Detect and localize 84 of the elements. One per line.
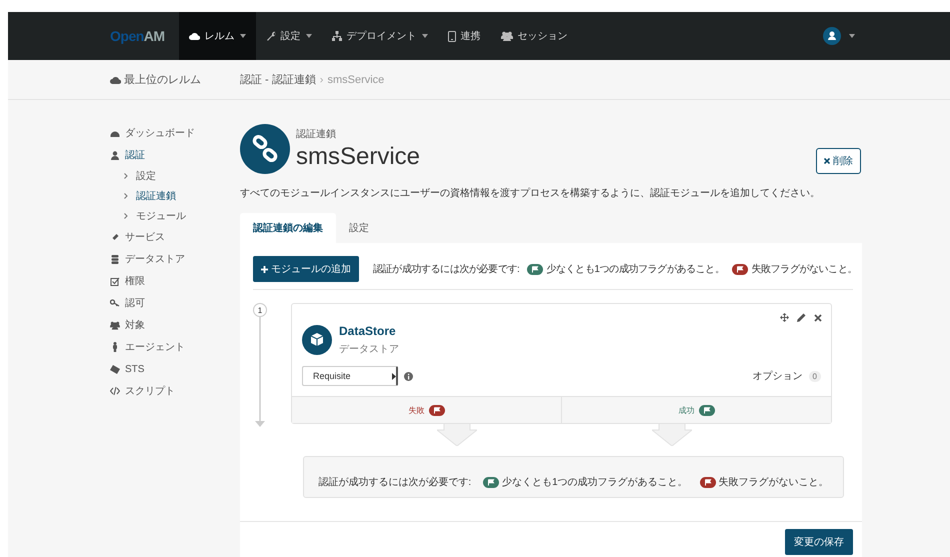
nav-menu-item[interactable]: レルム [178,12,256,60]
requirement-text: 少なくとも1つの成功フラグがあること。 [502,476,688,489]
tab[interactable]: 設定 [336,213,382,243]
add-module-button[interactable]: モジュールの追加 [253,256,359,282]
link-icon [240,124,290,174]
module-name[interactable]: DataStore [339,324,399,338]
chevron-icon [124,213,128,219]
page-title: smsService [296,142,420,170]
chevron-icon [124,173,128,179]
key-icon [110,299,120,307]
close-icon [824,158,830,164]
user-avatar-icon[interactable] [823,27,841,45]
tab[interactable]: 認証連鎖の編集 [240,213,336,243]
failure-label: 失敗 [408,404,424,416]
requirement-text: 認証が成功するには次が必要です: [318,476,472,489]
requirement-text: 失敗フラグがないこと。 [718,476,829,489]
step-number: 1 [253,303,267,317]
criteria-select[interactable]: Requisite [302,366,398,386]
requirement-text: 少なくとも1つの成功フラグがあること。 [546,262,724,276]
success-label: 成功 [678,404,694,416]
caret-icon [240,34,246,38]
sidebar-item[interactable]: ダッシュボード [110,122,240,144]
code-icon [110,387,120,395]
cube-icon [302,325,332,355]
logo: OpenAM [110,27,165,46]
users-icon [500,31,513,41]
move-icon[interactable] [780,313,789,322]
flag-icon [732,264,748,274]
caret-icon [306,34,312,38]
sidebar-item[interactable]: 認証 [110,144,240,166]
plug-icon [110,232,120,242]
sidebar-subitem[interactable]: 認証連鎖 [124,186,240,206]
edit-icon[interactable] [797,313,806,322]
flag-icon [527,264,544,274]
close-icon[interactable] [814,314,822,322]
dashboard-icon [110,129,120,137]
cloud-icon [188,32,200,40]
user-icon [110,150,120,160]
person-icon [110,342,120,352]
flag-icon [428,404,444,416]
plus-icon [261,266,268,272]
sidebar-item[interactable]: スクリプト [110,380,240,402]
phone-icon [448,30,456,42]
sidebar-item[interactable]: 権限 [110,270,240,292]
sidebar-item[interactable]: データストア [110,248,240,270]
nav-menu-item[interactable]: 設定 [256,12,322,60]
database-icon [110,254,120,264]
sidebar-item[interactable]: エージェント [110,336,240,358]
flag-icon [483,476,500,488]
breadcrumb-link[interactable]: 認証 - 認証連鎖 [240,72,316,87]
options-count: 0 [808,370,821,382]
breadcrumb-link[interactable]: 最上位のレルム [124,72,201,87]
caret-icon [422,34,428,38]
page-subtitle: 認証連鎖 [296,128,337,140]
wrench-icon [266,31,276,41]
nav-menu-item[interactable]: 連携 [438,12,491,60]
breadcrumb-separator: › [320,74,324,86]
caret-icon [849,34,855,38]
cloud-icon [110,76,121,84]
requirement-text: 認証が成功するには次が必要です: [373,262,520,276]
nav-menu-item[interactable]: デプロイメント [322,12,438,60]
delete-button[interactable]: 削除 [816,148,861,174]
users-icon [110,320,120,330]
options-link[interactable]: オプション [752,369,803,383]
info-icon[interactable] [404,372,413,380]
sitemap-icon [332,31,342,41]
flag-icon [700,476,716,488]
nav-menu-item[interactable]: セッション [490,12,578,60]
checkbox-icon [110,276,120,286]
sidebar-item[interactable]: STS [110,358,240,380]
flag-icon [698,404,714,416]
caret-icon [392,372,396,380]
sidebar-item[interactable]: 認可 [110,292,240,314]
ticket-icon [110,364,120,374]
sidebar-subitem[interactable]: 設定 [124,166,240,186]
description: すべてのモジュールインスタンスにユーザーの資格情報を渡すプロセスを構築するように、認証モジュールを追加してください。 [240,186,821,200]
requirement-text: 失敗フラグがないこと。 [751,262,857,276]
sidebar-item[interactable]: サービス [110,226,240,248]
sidebar-subitem[interactable]: モジュール [124,206,240,226]
breadcrumb-current: smsService [327,74,384,86]
module-type: データストア [339,343,399,356]
sidebar-item[interactable]: 対象 [110,314,240,336]
save-button[interactable]: 変更の保存 [785,529,853,555]
chevron-icon [124,193,128,199]
